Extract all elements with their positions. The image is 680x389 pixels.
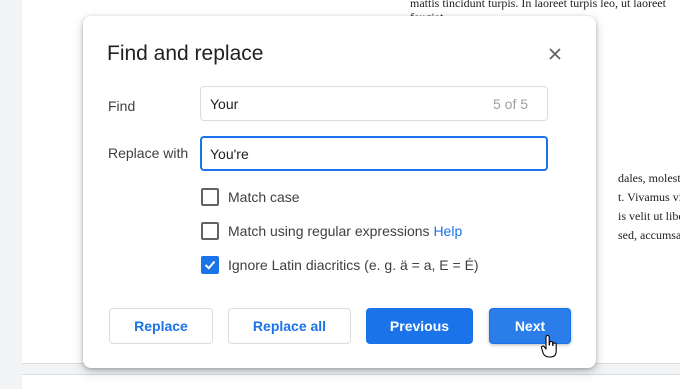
replace-label: Replace with	[108, 145, 189, 161]
previous-button[interactable]: Previous	[366, 308, 473, 344]
dialog-title: Find and replace	[107, 42, 264, 65]
replace-input[interactable]	[200, 136, 548, 171]
match-case-checkbox[interactable]	[201, 188, 219, 206]
close-icon[interactable]	[545, 44, 565, 64]
match-count: 5 of 5	[493, 96, 529, 112]
find-label: Find	[108, 98, 136, 114]
replace-all-button[interactable]: Replace all	[228, 308, 351, 344]
checkmark-icon	[204, 260, 216, 270]
ignore-diacritics-checkbox[interactable]	[201, 256, 219, 274]
find-replace-dialog: Find and replace Find 5 of 5 Replace wit…	[83, 16, 596, 368]
ignore-diacritics-label: Ignore Latin diacritics (e. g. ä = a, E …	[228, 257, 479, 273]
replace-button[interactable]: Replace	[109, 308, 213, 344]
regex-label: Match using regular expressions Help	[228, 223, 462, 239]
document-page-next	[22, 374, 680, 389]
document-line: sed, accumsan	[618, 228, 680, 242]
help-link[interactable]: Help	[433, 223, 462, 239]
document-line: dales, molestie	[618, 171, 680, 185]
document-line: t. Vivamus vita	[618, 190, 680, 204]
document-line: mattis tincidunt turpis. In laoreet turp…	[410, 0, 666, 10]
hand-cursor-icon	[541, 334, 559, 359]
document-line: is velit ut libero	[618, 209, 680, 223]
regex-label-text: Match using regular expressions	[228, 223, 430, 239]
match-case-label: Match case	[228, 189, 300, 205]
regex-checkbox[interactable]	[201, 222, 219, 240]
